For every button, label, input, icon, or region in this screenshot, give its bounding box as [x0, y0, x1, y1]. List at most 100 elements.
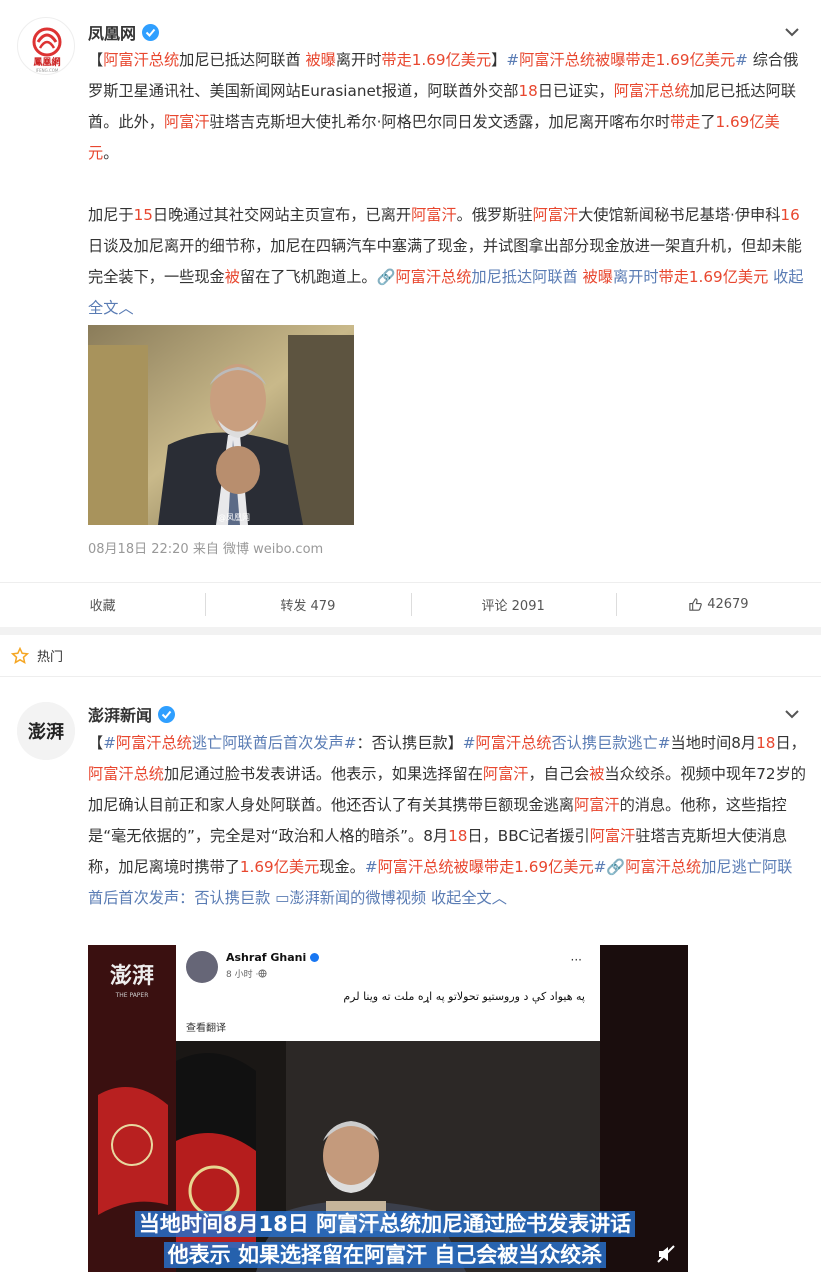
keyword-highlight[interactable]: 阿富汗 — [574, 796, 620, 814]
post-text-segment: 日，BBC记者援引 — [467, 827, 590, 845]
hashtag-link[interactable]: 否认携巨款逃亡# — [551, 734, 670, 752]
hashtag-link[interactable]: 逃亡阿联酋后首次发声# — [192, 734, 357, 752]
keyword-highlight[interactable]: 18 — [518, 82, 537, 100]
keyword-highlight[interactable]: 被曝 — [583, 268, 613, 286]
hashtag-link[interactable]: 收起全文︿ — [426, 889, 507, 907]
author-name-text[interactable]: 澎湃新闻 — [88, 702, 152, 726]
keyword-highlight[interactable]: 被 — [225, 268, 240, 286]
keyword-highlight[interactable]: 被 — [589, 765, 604, 783]
svg-text:鳳凰網: 鳳凰網 — [33, 56, 60, 68]
post-video[interactable]: 澎湃 THE PAPER Ashraf Ghani 8 小时 · ··· په … — [88, 945, 688, 1272]
keyword-highlight[interactable]: 阿富汗总统 — [625, 858, 701, 876]
post-text-segment: 。俄罗斯驻 — [456, 206, 533, 224]
hot-label: 热门 — [37, 650, 64, 665]
star-icon — [11, 646, 29, 664]
hashtag-link[interactable]: 离开时 — [613, 268, 659, 286]
post-text-segment: 现金。 — [319, 858, 365, 876]
hashtag-link[interactable]: ▭澎湃新闻的微博视频 — [275, 889, 426, 907]
keyword-highlight[interactable]: 带走1.69亿美元 — [381, 51, 491, 69]
post-image[interactable]: @凤凰网 — [88, 325, 354, 525]
video-subtitle-2: 他表示 如果选择留在阿富汗 自己会被当众绞杀 — [115, 1239, 655, 1269]
hashtag-link[interactable]: # — [463, 734, 476, 752]
hashtag-link[interactable]: # — [735, 51, 748, 69]
post-paragraph-1: 【#阿富汗总统逃亡阿联酋后首次发声#：否认携巨款】#阿富汗总统否认携巨款逃亡#当… — [88, 728, 807, 914]
keyword-highlight[interactable]: 阿富汗总统 — [614, 82, 690, 100]
keyword-highlight[interactable]: 阿富汗 — [411, 206, 457, 224]
like-button[interactable]: 42679 — [615, 583, 821, 626]
post-text-segment: 大使馆新闻秘书尼基塔·伊申科 — [578, 206, 781, 224]
keyword-highlight[interactable]: 被曝 — [305, 51, 335, 69]
post-text-segment: 加尼于 — [88, 206, 134, 224]
repost-button[interactable]: 转发 479 — [205, 583, 410, 626]
keyword-highlight[interactable]: 阿富汗总统被曝带走1.69亿美元 — [378, 858, 594, 876]
weibo-post-thepaper: 澎湃 澎湃新闻 【#阿富汗总统逃亡阿联酋后首次发声#：否认携巨款】#阿富汗总统否… — [0, 678, 821, 1272]
facebook-post-card: Ashraf Ghani 8 小时 · ··· په هیواد کې د ور… — [176, 945, 600, 1041]
verified-icon — [310, 953, 320, 962]
repost-label: 转发 479 — [280, 599, 336, 614]
verified-icon — [142, 23, 160, 41]
globe-icon — [258, 969, 267, 978]
keyword-highlight[interactable]: 1.69亿美元 — [240, 858, 319, 876]
keyword-highlight[interactable]: 带走1.69亿美元 — [659, 268, 769, 286]
keyword-highlight[interactable]: 阿富汗总统 — [395, 268, 471, 286]
keyword-highlight[interactable]: 16 — [780, 206, 799, 224]
keyword-highlight[interactable]: 阿富汗总统 — [88, 765, 164, 783]
post-text-segment: 。 — [103, 144, 119, 162]
keyword-highlight[interactable]: 阿富汗 — [590, 827, 636, 845]
keyword-highlight[interactable]: 阿富汗 — [164, 113, 210, 131]
section-divider — [0, 627, 821, 635]
keyword-highlight[interactable]: 阿富汗总统 — [476, 734, 552, 752]
comment-button[interactable]: 评论 2091 — [410, 583, 616, 626]
chevron-down-icon[interactable] — [783, 23, 801, 41]
post-text-segment: 当地时间8月 — [670, 734, 757, 752]
keyword-highlight[interactable]: 阿富汗总统 — [116, 734, 192, 752]
chevron-down-icon[interactable] — [783, 705, 801, 723]
mute-icon[interactable] — [656, 1244, 676, 1264]
hashtag-link[interactable]: # — [506, 51, 519, 69]
author-name[interactable]: 澎湃新闻 — [88, 702, 176, 726]
author-name-text[interactable]: 凤凰网 — [88, 20, 136, 44]
keyword-highlight[interactable]: 18 — [448, 827, 467, 845]
hashtag-link[interactable]: 加尼抵达阿联酋 — [471, 268, 582, 286]
svg-text:IFENG.COM: IFENG.COM — [36, 68, 59, 73]
post-meta: 08月18日 22:20 来自 微博 weibo.com — [88, 542, 324, 557]
keyword-highlight[interactable]: 带走 — [670, 113, 700, 131]
post-text-segment: 日晚通过其社交网站主页宣布，已离开 — [152, 206, 412, 224]
avatar-ifeng[interactable]: 鳳凰網 IFENG.COM — [17, 17, 75, 75]
keyword-highlight[interactable]: 18 — [756, 734, 775, 752]
like-count: 42679 — [707, 597, 749, 612]
post-paragraph-2: 加尼于15日晚通过其社交网站主页宣布，已离开阿富汗。俄罗斯驻阿富汗大使馆新闻秘书… — [88, 200, 807, 324]
post-text-segment: 【 — [88, 734, 104, 752]
post-text-segment: ，自己会 — [528, 765, 590, 783]
hashtag-link[interactable]: # — [594, 858, 607, 876]
avatar — [186, 951, 218, 983]
keyword-highlight[interactable]: 阿富汗总统 — [103, 51, 179, 69]
post-text-segment: 】 — [491, 51, 507, 69]
keyword-highlight[interactable]: 阿富汗总统被曝带走1.69亿美元 — [519, 51, 735, 69]
verified-icon — [158, 705, 176, 723]
post-text-segment: 了 — [700, 113, 716, 131]
keyword-highlight[interactable]: 阿富汗 — [533, 206, 579, 224]
post-text: 【阿富汗总统加尼已抵达阿联酋 被曝离开时带走1.69亿美元】#阿富汗总统被曝带走… — [88, 45, 807, 324]
svg-text:澎湃: 澎湃 — [28, 721, 64, 743]
post-text-segment: 驻塔吉克斯坦大使扎希尔·阿格巴尔同日发文透露，加尼离开喀布尔时 — [209, 113, 670, 131]
keyword-highlight[interactable]: 阿富汗 — [483, 765, 529, 783]
author-name[interactable]: 凤凰网 — [88, 20, 160, 44]
thumbs-up-icon — [689, 598, 702, 611]
keyword-highlight[interactable]: 15 — [134, 206, 153, 224]
fb-text: په هیواد کې د وروستیو تحولاتو په اړه ملت… — [343, 990, 585, 1003]
hashtag-link[interactable]: # — [103, 734, 116, 752]
more-icon: ··· — [570, 953, 582, 967]
post-text-segment: 离开时 — [335, 51, 382, 69]
hashtag-link[interactable]: 🔗 — [606, 858, 625, 876]
collect-button[interactable]: 收藏 — [0, 583, 205, 626]
hashtag-link[interactable]: 🔗 — [377, 268, 396, 286]
image-watermark: @凤凰网 — [218, 513, 250, 522]
weibo-post-ifeng: 鳳凰網 IFENG.COM 凤凰网 【阿富汗总统加尼已抵达阿联酋 被曝离开时带走… — [0, 0, 821, 627]
post-text-segment: 加尼通过脸书发表讲话。他表示，如果选择留在 — [163, 765, 483, 783]
post-text-segment: ：否认携巨款】 — [356, 734, 463, 752]
avatar-thepaper[interactable]: 澎湃 — [17, 702, 75, 760]
hashtag-link[interactable]: # — [365, 858, 378, 876]
post-text: 【#阿富汗总统逃亡阿联酋后首次发声#：否认携巨款】#阿富汗总统否认携巨款逃亡#当… — [88, 728, 807, 914]
post-paragraph-1: 【阿富汗总统加尼已抵达阿联酋 被曝离开时带走1.69亿美元】#阿富汗总统被曝带走… — [88, 45, 807, 169]
